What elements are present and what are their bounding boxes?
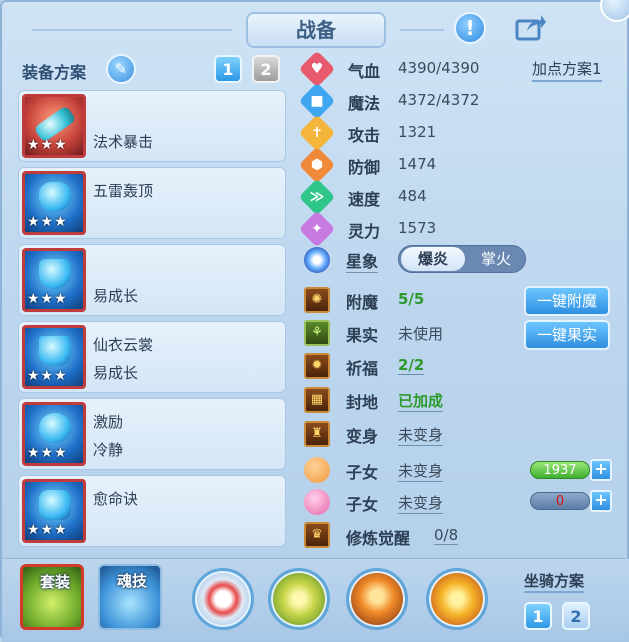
equip-attr: 激励 (93, 413, 124, 431)
child-2-label: 子女 (346, 495, 379, 514)
cultivation-label: 修炼觉醒 (346, 529, 411, 548)
equip-attr: 愈命诀 (93, 490, 139, 508)
share-button[interactable] (514, 12, 548, 42)
skill-orb-1[interactable] (192, 568, 254, 630)
child-2-plus-button[interactable]: + (590, 490, 612, 512)
one-click-enchant-button[interactable]: 一键附魔 (524, 286, 610, 316)
transform-label: 变身 (346, 427, 379, 446)
tab-outfit[interactable]: 套装 (20, 564, 84, 630)
stat-spirit: ✦ 灵力 1573 (298, 210, 624, 248)
fief-value[interactable]: 已加成 (398, 390, 444, 412)
child-1-plus-button[interactable]: + (590, 459, 612, 481)
equip-plan-2-button[interactable]: 2 (252, 55, 280, 83)
mount-plan-2-button[interactable]: 2 (562, 602, 590, 630)
equipment-panel: 战备 ! 装备方案 ✎ 1 2 ★★★ 法术暴击 ★★★ 五雷轰顶 ★★★ 易成… (0, 0, 629, 642)
fief-icon: ▦ (304, 387, 330, 413)
close-icon[interactable] (600, 0, 629, 22)
mount-plan-1-button[interactable]: 1 (524, 602, 552, 630)
one-click-fruit-button[interactable]: 一键果实 (524, 320, 610, 350)
equip-slot-armor[interactable]: ★★★ 仙衣云裳 易成长 (18, 321, 286, 393)
mana-icon: ■ (298, 82, 336, 120)
blessing-label: 祈福 (346, 359, 379, 378)
child-2-icon (304, 489, 330, 515)
star-sign-toggle[interactable]: 爆炎 掌火 (398, 245, 526, 273)
alert-button[interactable]: ! (454, 12, 486, 44)
enchant-label: 附魔 (346, 293, 379, 312)
blessing-value[interactable]: 2/2 (398, 356, 425, 375)
page-title: 战备 (246, 12, 386, 48)
blessing-icon: ✹ (304, 353, 330, 379)
star-sign-label[interactable]: 星象 (346, 248, 379, 273)
fruit-label: 果实 (346, 326, 379, 345)
star-option-palm-fire[interactable]: 掌火 (467, 247, 525, 271)
heart-icon: ♥ (298, 50, 336, 88)
equip-slot-boots[interactable]: ★★★ 愈命诀 (18, 475, 286, 547)
edit-plan-button[interactable]: ✎ (106, 54, 136, 84)
shield-icon: ⬢ (298, 146, 336, 184)
transform-value[interactable]: 未变身 (398, 424, 444, 446)
child-1-value[interactable]: 未变身 (398, 460, 444, 482)
stat-speed: ≫ 速度 484 (298, 178, 624, 216)
child-1-icon (304, 457, 330, 483)
equip-attr: 易成长 (93, 364, 139, 382)
stat-mp: ■ 魔法 4372/4372 (298, 82, 624, 120)
skill-orb-2[interactable] (268, 568, 330, 630)
star-sign-icon (304, 247, 330, 273)
fruit-icon: ⚘ (304, 320, 330, 346)
cultivation-value[interactable]: 0/8 (434, 526, 459, 545)
child-1-label: 子女 (346, 463, 379, 482)
equip-plan-1-button[interactable]: 1 (214, 55, 242, 83)
equip-slot-belt[interactable]: ★★★ 激励 冷静 (18, 398, 286, 470)
equip-plan-title: 装备方案 (22, 63, 87, 82)
speed-icon: ≫ (298, 178, 336, 216)
fruit-value: 未使用 (398, 325, 444, 343)
equip-attr: 易成长 (93, 287, 139, 305)
cultivation-icon: ♛ (304, 522, 330, 548)
pen-icon: ✎ (114, 60, 128, 78)
title-divider-left (32, 29, 232, 31)
equip-slot-helmet[interactable]: ★★★ 五雷轰顶 (18, 167, 286, 239)
title-divider-right (400, 29, 444, 31)
stat-defense: ⬢ 防御 1474 (298, 146, 624, 184)
transform-icon: ♜ (304, 421, 330, 447)
enchant-icon: ✺ (304, 287, 330, 313)
exclamation-icon: ! (465, 16, 475, 40)
equip-attr: 仙衣云裳 (93, 336, 154, 354)
equip-attr: 冷静 (93, 441, 124, 459)
enchant-value: 5/5 (398, 290, 425, 308)
fief-label: 封地 (346, 393, 379, 412)
stat-attack: ✝ 攻击 1321 (298, 114, 624, 152)
fan-weapon-icon: ★★★ (22, 94, 86, 158)
tab-soul-skill[interactable]: 魂技 (98, 564, 162, 630)
add-point-plan-link[interactable]: 加点方案1 (532, 58, 602, 82)
boots-icon: ★★★ (22, 479, 86, 543)
skill-orb-4[interactable] (426, 568, 488, 630)
share-icon (515, 15, 546, 41)
sword-icon: ✝ (298, 114, 336, 152)
equip-attr: 五雷轰顶 (93, 182, 154, 200)
star-option-blaze[interactable]: 爆炎 (401, 247, 465, 271)
spirit-icon: ✦ (298, 210, 336, 248)
skill-orb-3[interactable] (346, 568, 408, 630)
equip-slot-weapon[interactable]: ★★★ 法术暴击 (18, 90, 286, 162)
helmet-icon: ★★★ (22, 171, 86, 235)
child-2-bar: 0 (530, 492, 590, 510)
belt-icon: ★★★ (22, 402, 86, 466)
child-1-bar: 1937 (530, 461, 590, 479)
equip-attr: 法术暴击 (93, 133, 154, 151)
equip-slot-necklace[interactable]: ★★★ 易成长 (18, 244, 286, 316)
child-2-value[interactable]: 未变身 (398, 492, 444, 514)
mount-plan-label: 坐骑方案 (524, 570, 585, 593)
armor-icon: ★★★ (22, 325, 86, 389)
necklace-icon: ★★★ (22, 248, 86, 312)
